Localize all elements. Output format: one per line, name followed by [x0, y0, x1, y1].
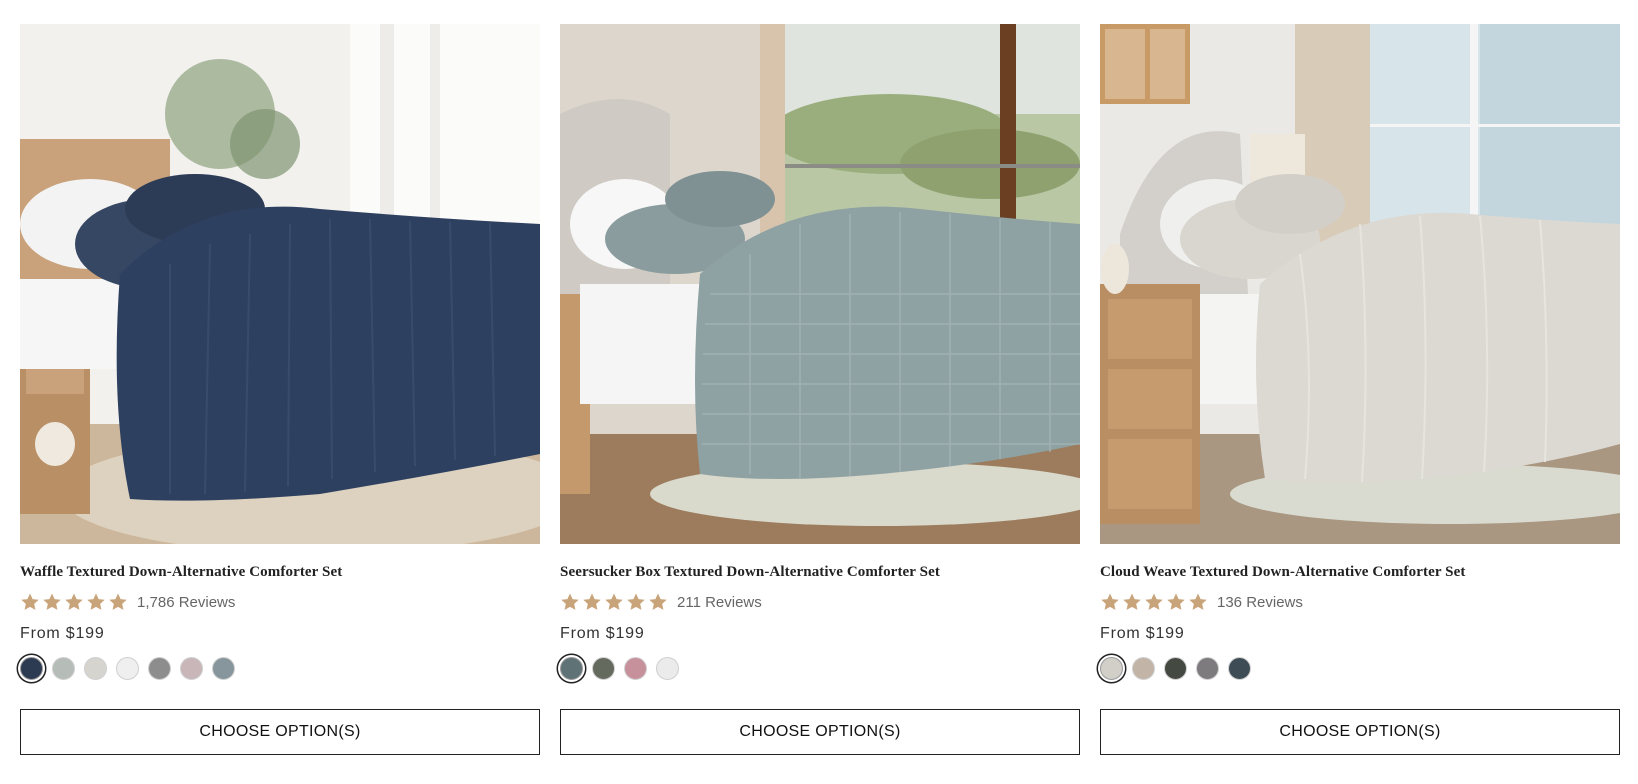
product-title[interactable]: Waffle Textured Down-Alternative Comfort…	[20, 562, 540, 582]
product-image[interactable]	[1100, 24, 1620, 544]
product-title[interactable]: Cloud Weave Textured Down-Alternative Co…	[1100, 562, 1620, 582]
color-swatch[interactable]	[1228, 656, 1251, 680]
product-card: Seersucker Box Textured Down-Alternative…	[560, 24, 1080, 755]
star-icon	[583, 593, 601, 610]
review-count[interactable]: 136 Reviews	[1217, 594, 1303, 611]
color-swatch[interactable]	[560, 656, 583, 680]
color-swatch[interactable]	[1196, 656, 1219, 680]
color-swatch[interactable]	[592, 656, 615, 680]
star-icon	[1145, 593, 1163, 610]
price: From $199	[560, 625, 645, 642]
star-icon	[109, 593, 127, 610]
product-grid: Waffle Textured Down-Alternative Comfort…	[20, 24, 1620, 755]
star-icon	[605, 593, 623, 610]
star-rating	[560, 592, 668, 612]
color-swatch[interactable]	[116, 656, 139, 680]
star-rating	[1100, 592, 1208, 612]
navy-waffle-comforter-bed-photo	[20, 24, 540, 544]
color-swatch[interactable]	[20, 656, 43, 680]
color-swatch[interactable]	[1100, 656, 1123, 680]
star-rating	[20, 592, 128, 612]
product-image[interactable]	[560, 24, 1080, 544]
choose-options-button[interactable]: CHOOSE OPTION(S)	[1100, 709, 1620, 755]
product-card: Cloud Weave Textured Down-Alternative Co…	[1100, 24, 1620, 755]
color-swatch[interactable]	[180, 656, 203, 680]
star-icon	[1167, 593, 1185, 610]
product-title[interactable]: Seersucker Box Textured Down-Alternative…	[560, 562, 1080, 582]
ivory-cloud-weave-comforter-bed-photo	[1100, 24, 1620, 544]
color-swatch[interactable]	[212, 656, 235, 680]
star-icon	[1101, 593, 1119, 610]
color-swatch[interactable]	[52, 656, 75, 680]
star-icon	[43, 593, 61, 610]
star-icon	[561, 593, 579, 610]
color-swatch[interactable]	[1132, 656, 1155, 680]
color-swatch[interactable]	[624, 656, 647, 680]
star-icon	[21, 593, 39, 610]
rating: 211 Reviews	[560, 591, 1080, 613]
star-icon	[65, 593, 83, 610]
price: From $199	[1100, 625, 1185, 642]
review-count[interactable]: 211 Reviews	[677, 594, 762, 611]
star-icon	[87, 593, 105, 610]
star-icon	[1189, 593, 1207, 610]
product-image[interactable]	[20, 24, 540, 544]
price: From $199	[20, 625, 105, 642]
star-icon	[649, 593, 667, 610]
color-swatch[interactable]	[148, 656, 171, 680]
choose-options-button[interactable]: CHOOSE OPTION(S)	[560, 709, 1080, 755]
color-swatch[interactable]	[656, 656, 679, 680]
color-swatch[interactable]	[1164, 656, 1187, 680]
star-icon	[1123, 593, 1141, 610]
rating: 136 Reviews	[1100, 591, 1620, 613]
color-swatches	[1100, 655, 1620, 681]
review-count[interactable]: 1,786 Reviews	[137, 594, 235, 611]
color-swatches	[560, 655, 1080, 681]
choose-options-button[interactable]: CHOOSE OPTION(S)	[20, 709, 540, 755]
color-swatch[interactable]	[84, 656, 107, 680]
star-icon	[627, 593, 645, 610]
rating: 1,786 Reviews	[20, 591, 540, 613]
product-card: Waffle Textured Down-Alternative Comfort…	[20, 24, 540, 755]
sage-seersucker-comforter-bed-photo	[560, 24, 1080, 544]
color-swatches	[20, 655, 540, 681]
